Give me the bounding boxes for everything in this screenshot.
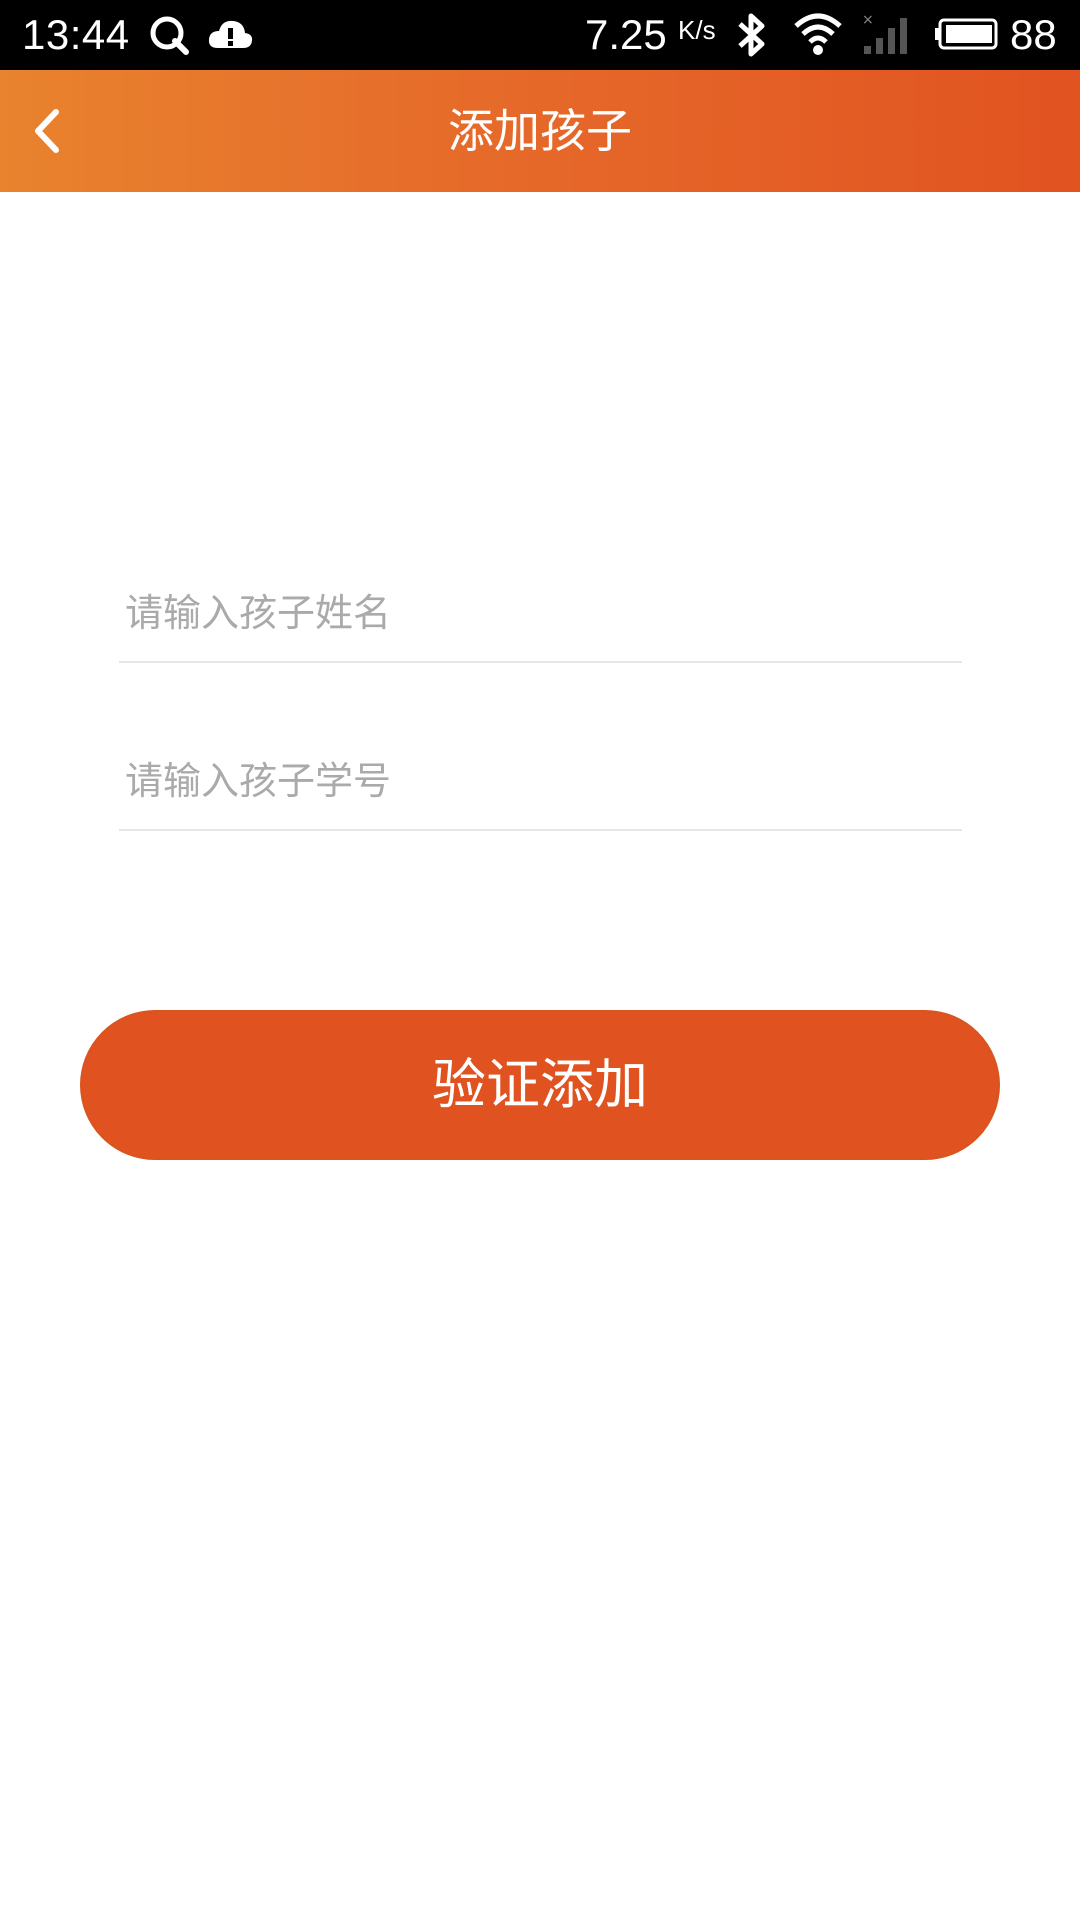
app-header: 添加孩子 (0, 70, 1080, 192)
verify-add-button[interactable]: 验证添加 (80, 1010, 1000, 1160)
wifi-icon (794, 12, 842, 60)
svg-text:×: × (862, 12, 874, 28)
student-id-input[interactable] (125, 733, 955, 829)
add-child-screen: 13:44 7.25 K/s × 88 添加孩子 请输入孩子姓名 请输入孩子学号… (0, 0, 1080, 1920)
status-time: 13:44 (22, 11, 130, 58)
page-title: 添加孩子 (448, 104, 632, 158)
chevron-left-icon (18, 109, 88, 170)
network-speed-value: 7.25 (585, 11, 667, 58)
qq-icon (148, 14, 190, 60)
status-bar: 13:44 7.25 K/s × 88 (0, 0, 1080, 70)
child-name-field (119, 565, 962, 663)
battery-icon (934, 18, 1000, 54)
back-button[interactable] (18, 96, 88, 166)
bluetooth-icon (734, 12, 768, 62)
cloud-alert-icon (206, 14, 254, 60)
network-speed-unit: K/s (678, 15, 716, 45)
child-name-input[interactable] (125, 565, 955, 661)
battery-level: 88 (1010, 11, 1057, 58)
student-id-field (119, 733, 962, 831)
cellular-signal-icon: × (862, 12, 912, 60)
